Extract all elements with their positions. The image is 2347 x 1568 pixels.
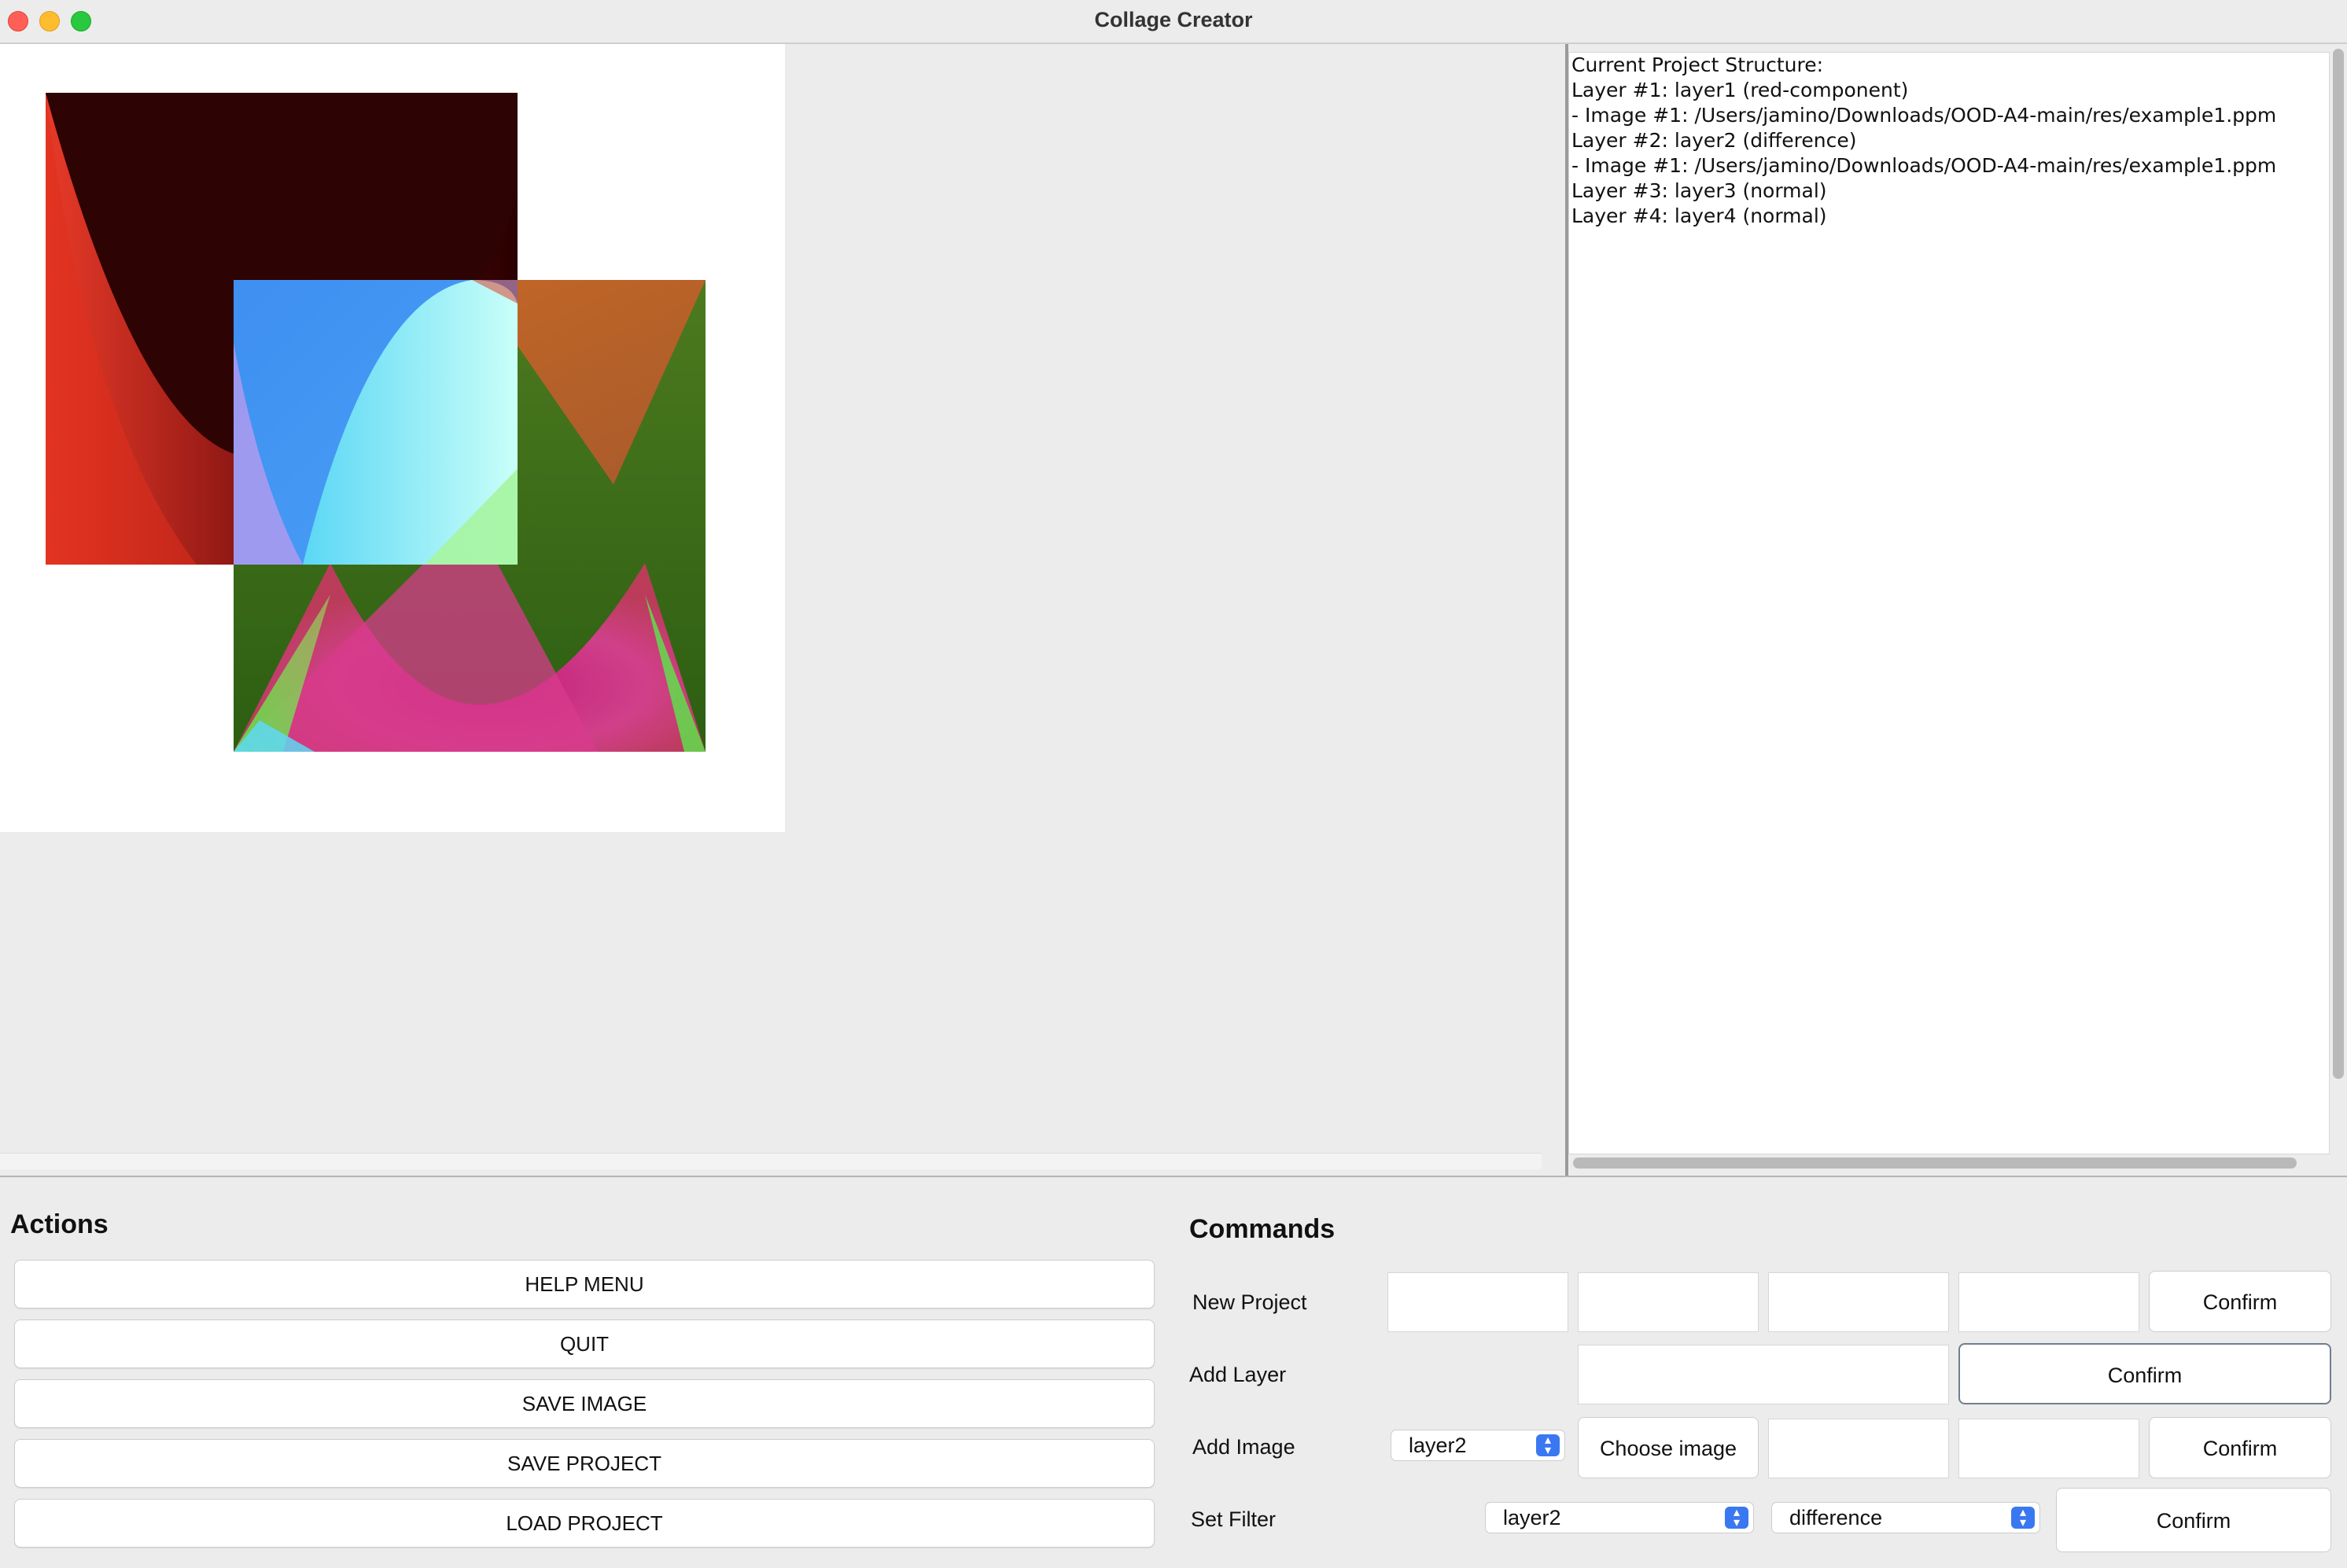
- help-menu-button[interactable]: HELP MENU: [14, 1260, 1155, 1309]
- actions-heading: Actions: [10, 1209, 109, 1239]
- save-image-button[interactable]: SAVE IMAGE: [14, 1379, 1155, 1428]
- collage-image: [46, 93, 706, 752]
- set-filter-label: Set Filter: [1191, 1507, 1277, 1531]
- new-project-height-field[interactable]: [1578, 1272, 1759, 1332]
- set-filter-filter-select[interactable]: difference ▴ ▾: [1771, 1502, 2040, 1533]
- bottom-panel-divider: [0, 1176, 2347, 1177]
- add-image-y-field[interactable]: [1958, 1419, 2139, 1478]
- new-project-field-3[interactable]: [1768, 1272, 1949, 1332]
- save-project-button[interactable]: SAVE PROJECT: [14, 1439, 1155, 1488]
- window-title: Collage Creator: [1094, 8, 1253, 31]
- add-image-label: Add Image: [1192, 1435, 1295, 1459]
- collage-preview: [0, 44, 785, 832]
- add-image-confirm-button[interactable]: Confirm: [2149, 1417, 2331, 1478]
- collage-canvas-pane: [0, 44, 1542, 1169]
- new-project-label: New Project: [1192, 1290, 1307, 1314]
- add-image-x-field[interactable]: [1768, 1419, 1949, 1478]
- add-layer-name-field[interactable]: [1578, 1345, 1949, 1404]
- structure-line: Layer #2: layer2 (difference): [1571, 129, 1857, 152]
- structure-line: Layer #1: layer1 (red-component): [1571, 79, 1909, 101]
- project-structure-text[interactable]: Current Project Structure: Layer #1: lay…: [1568, 52, 2330, 1154]
- set-filter-confirm-button[interactable]: Confirm: [2056, 1488, 2331, 1552]
- chevron-updown-icon: ▴ ▾: [1725, 1507, 1748, 1529]
- structure-line: - Image #1: /Users/jamino/Downloads/OOD-…: [1571, 154, 2277, 177]
- load-project-button[interactable]: LOAD PROJECT: [14, 1499, 1155, 1548]
- commands-heading: Commands: [1189, 1214, 1336, 1244]
- new-project-field-4[interactable]: [1958, 1272, 2139, 1332]
- set-filter-layer-value: layer2: [1503, 1506, 1561, 1529]
- structure-vertical-scrollbar[interactable]: [2333, 49, 2344, 1079]
- chevron-updown-icon: ▴ ▾: [2011, 1507, 2035, 1529]
- add-image-layer-value: layer2: [1409, 1434, 1467, 1457]
- quit-button[interactable]: QUIT: [14, 1320, 1155, 1368]
- add-layer-confirm-button[interactable]: Confirm: [1958, 1343, 2331, 1404]
- chevron-updown-icon: ▴ ▾: [1536, 1434, 1560, 1457]
- choose-image-button[interactable]: Choose image: [1578, 1417, 1759, 1478]
- canvas-horizontal-scrollbar[interactable]: [0, 1153, 1542, 1169]
- new-project-width-field[interactable]: [1387, 1272, 1568, 1332]
- set-filter-filter-value: difference: [1789, 1506, 1883, 1529]
- add-layer-label: Add Layer: [1189, 1363, 1287, 1386]
- set-filter-layer-select[interactable]: layer2 ▴ ▾: [1485, 1502, 1754, 1533]
- structure-line: Layer #3: layer3 (normal): [1571, 179, 1827, 202]
- title-bar: Collage Creator: [0, 0, 2347, 44]
- structure-line: Current Project Structure:: [1571, 53, 1824, 76]
- new-project-confirm-button[interactable]: Confirm: [2149, 1271, 2331, 1332]
- structure-line: - Image #1: /Users/jamino/Downloads/OOD-…: [1571, 104, 2277, 127]
- structure-line: Layer #4: layer4 (normal): [1571, 204, 1827, 227]
- structure-horizontal-scrollbar[interactable]: [1573, 1158, 2297, 1169]
- add-image-layer-select[interactable]: layer2 ▴ ▾: [1391, 1430, 1565, 1461]
